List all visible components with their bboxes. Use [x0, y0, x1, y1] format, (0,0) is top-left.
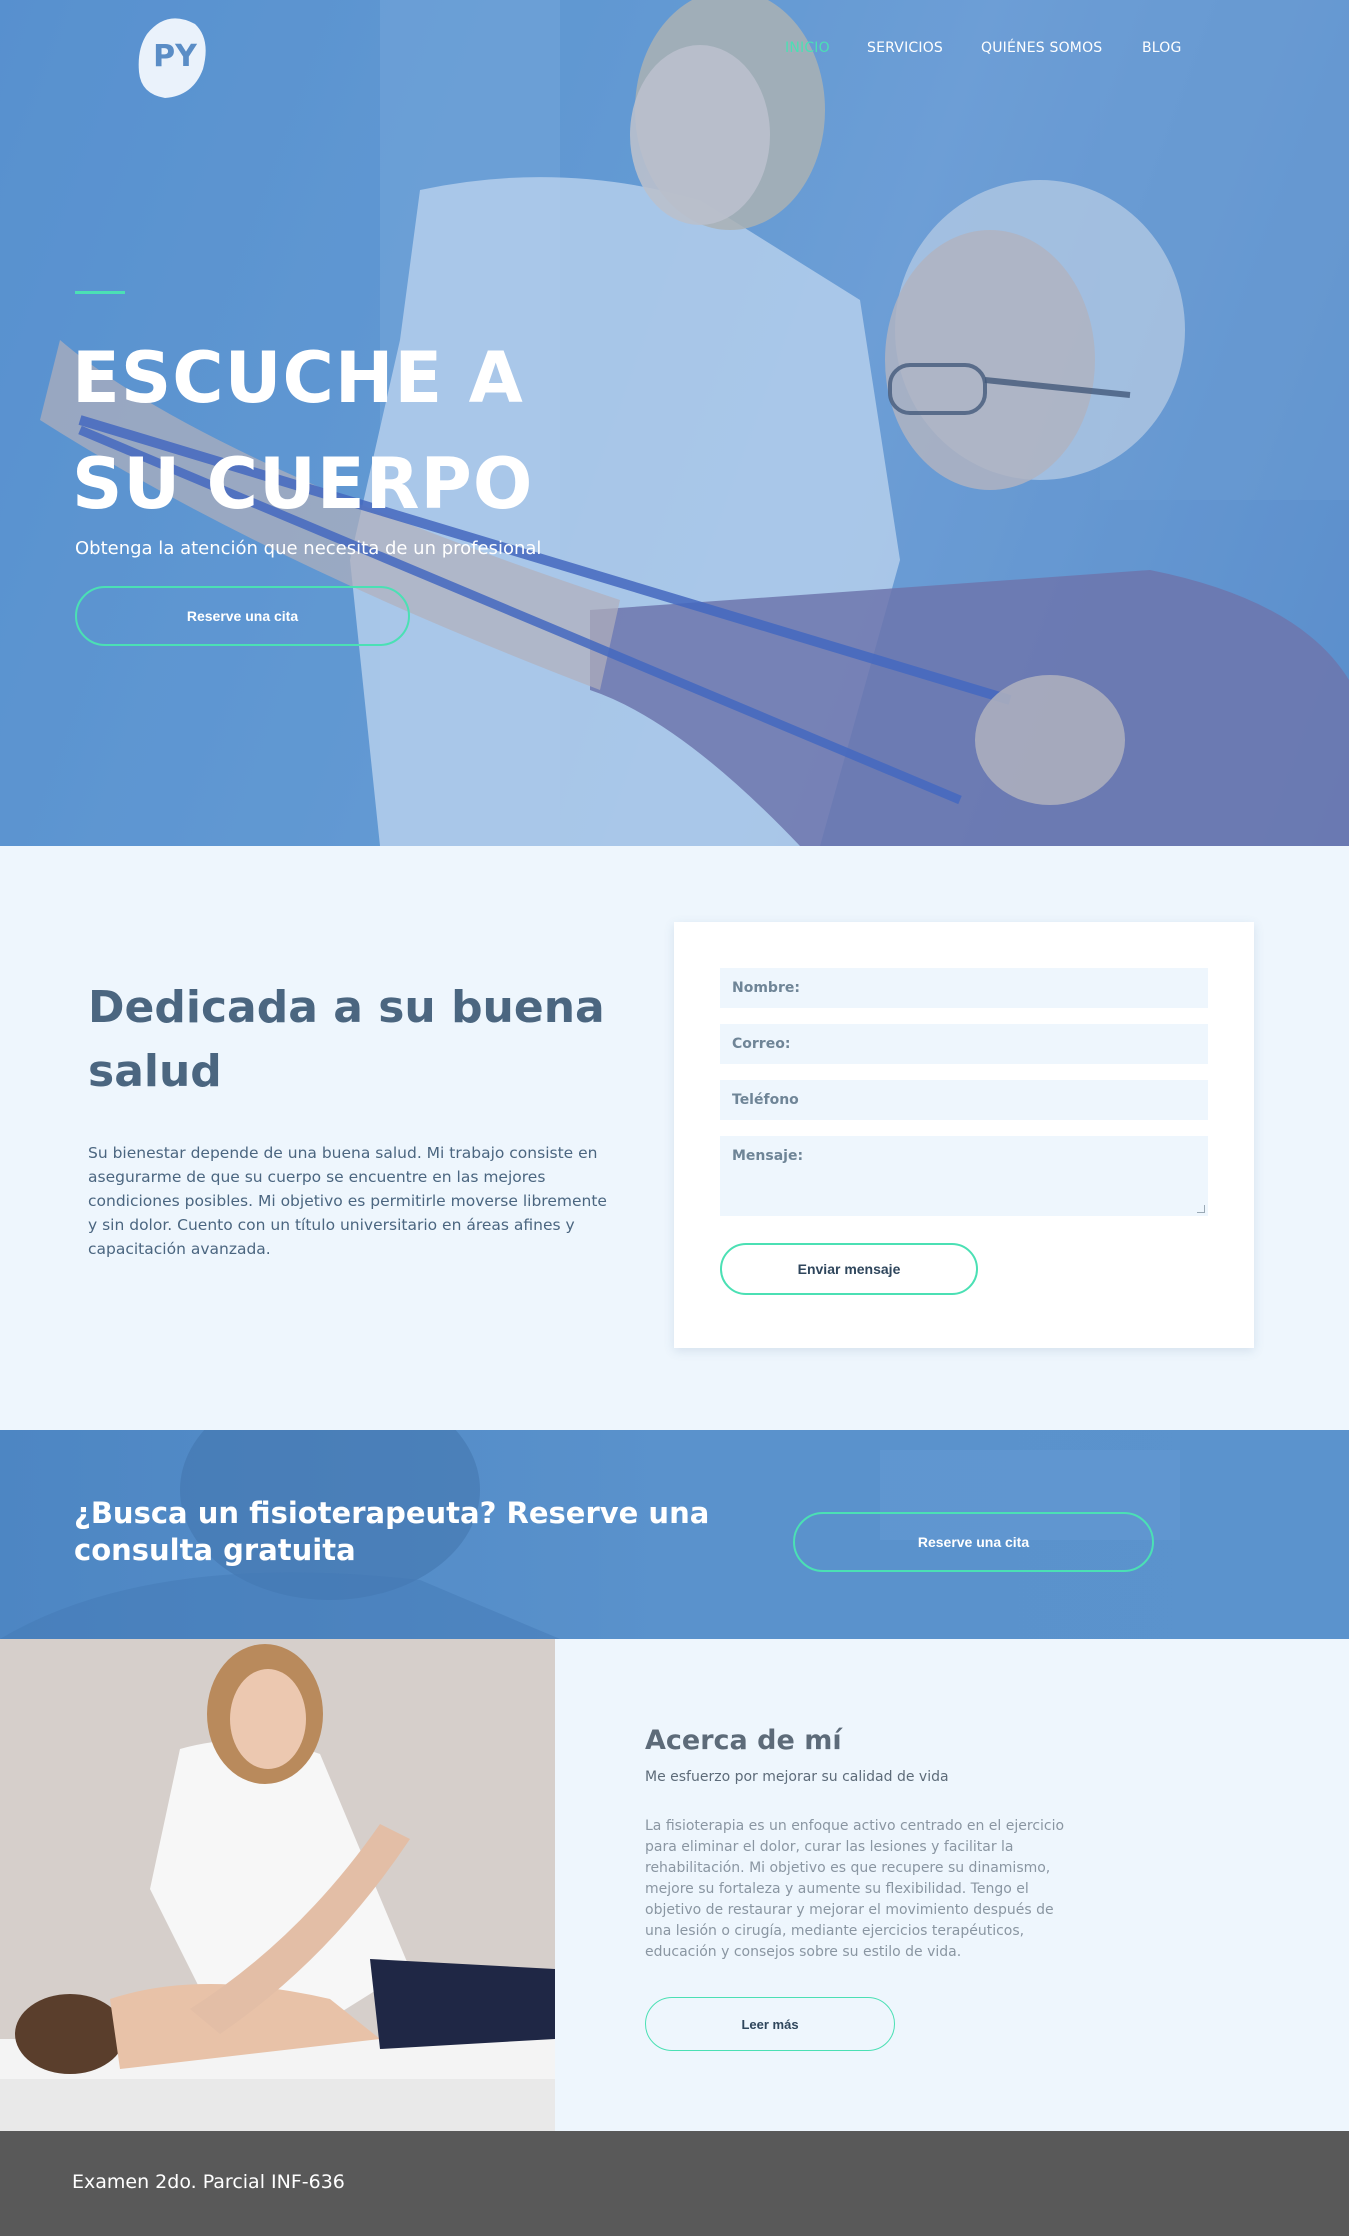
read-more-button[interactable]: Leer más	[645, 1997, 895, 2051]
about-text: La fisioterapia es un enfoque activo cen…	[645, 1818, 1065, 1960]
email-field[interactable]: Correo:	[720, 1024, 1208, 1064]
cta-title: ¿Busca un fisioterapeuta? Reserve una co…	[74, 1496, 710, 1567]
hero-subtitle: Obtenga la atención que necesita de un p…	[75, 538, 542, 559]
dedicated-title: Dedicada a su buena salud	[88, 982, 605, 1097]
about-section: Acerca de mí Me esfuerzo por mejorar su …	[0, 1639, 1349, 2131]
hero-title-line-2: SU CUERPO	[72, 443, 534, 525]
about-photo	[0, 1639, 555, 2131]
nav-item-quienes-somos[interactable]: QUIÉNES SOMOS	[981, 40, 1102, 56]
message-placeholder: Mensaje:	[732, 1148, 804, 1164]
message-field[interactable]: Mensaje:	[720, 1136, 1208, 1216]
phone-field[interactable]: Teléfono	[720, 1080, 1208, 1120]
cta-band: ¿Busca un fisioterapeuta? Reserve una co…	[0, 1430, 1349, 1639]
email-placeholder: Correo:	[732, 1036, 791, 1052]
page: PY INICIO SERVICIOS QUIÉNES SOMOS BLOG E…	[0, 0, 1349, 2236]
nav-item-blog[interactable]: BLOG	[1142, 40, 1182, 56]
nav-item-servicios[interactable]: SERVICIOS	[867, 40, 943, 56]
hero-title-line-1: ESCUCHE A	[72, 337, 524, 419]
hero-accent-rule	[75, 291, 125, 294]
about-title: Acerca de mí	[645, 1725, 842, 1756]
dedicated-text: Su bienestar depende de una buena salud.…	[88, 1144, 607, 1258]
contact-section: Dedicada a su buena salud Su bienestar d…	[0, 846, 1349, 1430]
send-message-button[interactable]: Enviar mensaje	[720, 1243, 978, 1295]
phone-placeholder: Teléfono	[732, 1092, 799, 1108]
hero-book-button[interactable]: Reserve una cita	[75, 586, 410, 646]
footer-text: Examen 2do. Parcial INF-636	[72, 2171, 345, 2193]
hero-section: PY INICIO SERVICIOS QUIÉNES SOMOS BLOG E…	[0, 0, 1349, 846]
contact-form: Nombre: Correo: Teléfono Mensaje: Enviar…	[674, 922, 1254, 1348]
resize-handle-icon[interactable]	[1197, 1205, 1205, 1213]
nav-item-inicio[interactable]: INICIO	[785, 40, 830, 56]
footer: Examen 2do. Parcial INF-636	[0, 2131, 1349, 2236]
main-nav: INICIO SERVICIOS QUIÉNES SOMOS BLOG	[0, 40, 1349, 62]
about-subtitle: Me esfuerzo por mejorar su calidad de vi…	[645, 1769, 949, 1785]
name-field[interactable]: Nombre:	[720, 968, 1208, 1008]
cta-book-button[interactable]: Reserve una cita	[793, 1512, 1154, 1572]
name-placeholder: Nombre:	[732, 980, 800, 996]
hero-title: ESCUCHE A SU CUERPO	[72, 325, 772, 537]
